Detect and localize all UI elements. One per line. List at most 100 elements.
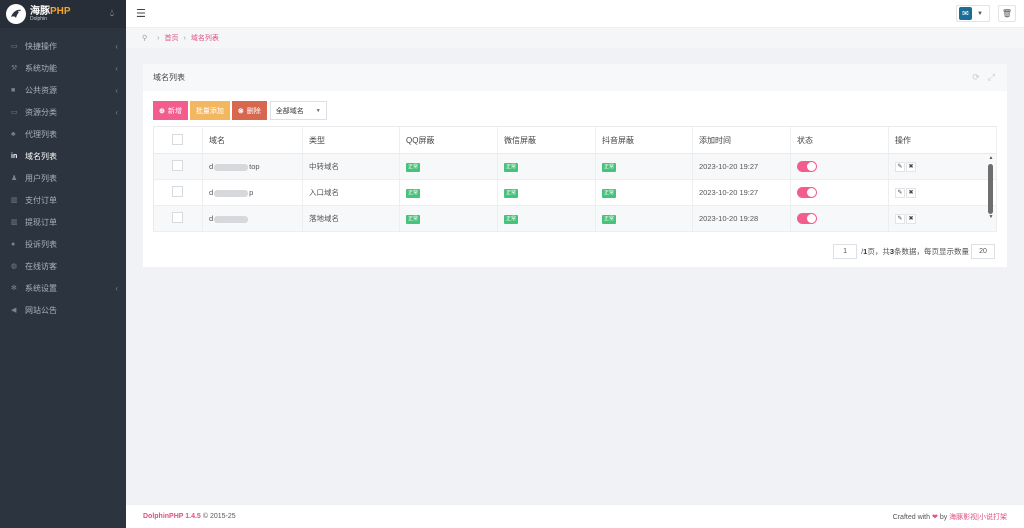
sidebar-item[interactable]: ● 投诉列表: [0, 233, 126, 255]
qq-cell: 正常: [399, 179, 498, 206]
breadcrumb-current[interactable]: 域名列表: [191, 33, 219, 43]
footer-brand-link[interactable]: DolphinPHP 1.4.5: [143, 513, 201, 520]
dolphin-logo-icon[interactable]: [6, 4, 26, 24]
fullscreen-icon[interactable]: ⤢: [988, 72, 995, 82]
wechat-cell: 正常: [497, 205, 596, 232]
sidebar-item[interactable]: ▥ 提现订单: [0, 211, 126, 233]
scrollbar-thumb[interactable]: [988, 164, 993, 214]
row-checkbox[interactable]: [172, 186, 183, 197]
sidebar-item-label: 提现订单: [25, 217, 57, 227]
sidebar-item[interactable]: ♣ 代理列表: [0, 123, 126, 145]
actions-cell: ✎ ✖: [888, 153, 997, 180]
status-badge: 正常: [406, 215, 421, 224]
user-menu-button[interactable]: ✉ ▼: [956, 5, 990, 22]
status-toggle[interactable]: [797, 213, 817, 224]
sidebar-item[interactable]: in 域名列表: [0, 145, 126, 167]
sidebar-item[interactable]: ▭ 资源分类 ‹: [0, 101, 126, 123]
qq-cell: 正常: [399, 205, 498, 232]
menu-toggle-icon[interactable]: ☰: [136, 7, 146, 20]
select-all-checkbox[interactable]: [172, 133, 183, 145]
wechat-cell: 正常: [497, 153, 596, 180]
delete-row-button[interactable]: ✖: [906, 162, 916, 172]
actions-cell: ✎ ✖: [888, 205, 997, 232]
delete-button[interactable]: ⊗ 删除: [231, 101, 267, 120]
logo-title-accent: PHP: [50, 5, 71, 17]
status-toggle[interactable]: [797, 161, 817, 172]
status-cell: [790, 153, 889, 180]
col-header-actions: 操作: [888, 126, 997, 154]
plus-circle-icon: ⊕: [159, 107, 165, 115]
col-header-wechat[interactable]: 微信屏蔽: [497, 126, 596, 154]
col-header-status[interactable]: 状态: [790, 126, 889, 154]
users-icon: ♣: [11, 130, 16, 138]
sidebar-item-label: 域名列表: [25, 151, 57, 161]
sidebar-item[interactable]: ◀ 网站公告: [0, 299, 126, 321]
footer-author-link[interactable]: 海豚影视|小说打架: [949, 514, 1007, 521]
wrench-icon: ⚒: [11, 65, 18, 72]
clear-cache-button[interactable]: 🗑︎: [998, 5, 1016, 22]
footer-crafted-text: Crafted with: [892, 513, 931, 521]
edit-button[interactable]: ✎: [895, 188, 905, 198]
status-toggle[interactable]: [797, 187, 817, 198]
folder-icon: ▭: [11, 109, 18, 116]
gear-icon: ✻: [11, 285, 17, 292]
sidebar-item-label: 快捷操作: [25, 41, 57, 51]
col-header-douyin[interactable]: 抖音屏蔽: [595, 126, 693, 154]
breadcrumb-separator-icon: ›: [157, 34, 160, 42]
sidebar-item[interactable]: ▥ 支付订单: [0, 189, 126, 211]
batch-add-button[interactable]: 批量添加: [189, 101, 230, 120]
row-checkbox[interactable]: [172, 212, 183, 223]
times-circle-icon: ⊗: [237, 107, 244, 115]
linkedin-icon: in: [11, 152, 18, 160]
edit-button[interactable]: ✎: [895, 162, 905, 172]
status-badge: 正常: [602, 189, 617, 198]
chevron-left-icon: ‹: [115, 107, 118, 117]
table-scrollbar[interactable]: ▲ ▼: [986, 155, 996, 232]
chevron-down-icon: ▼: [315, 107, 321, 114]
page-text-b: 页，共: [867, 247, 890, 256]
sidebar-item[interactable]: ◍ 在线访客: [0, 255, 126, 277]
scroll-up-icon[interactable]: ▲: [986, 155, 996, 164]
sidebar-item[interactable]: ⚒ 系统功能 ‹: [0, 57, 126, 79]
status-badge: 正常: [406, 189, 421, 198]
table-row: d p 入口域名 正常 正常 正常 2023-10-20 19:27 ✎ ✖: [153, 179, 997, 206]
add-button[interactable]: ⊕ 新增: [153, 101, 188, 120]
delete-row-button[interactable]: ✖: [906, 214, 916, 224]
row-checkbox[interactable]: [172, 160, 183, 171]
sidebar-item[interactable]: ▭ 快捷操作 ‹: [0, 35, 126, 57]
breadcrumb-home-link[interactable]: 首页: [164, 33, 178, 43]
chevron-left-icon: ‹: [115, 85, 118, 95]
sidebar-item-label: 代理列表: [25, 129, 57, 139]
scroll-down-icon[interactable]: ▼: [986, 214, 996, 223]
edit-button[interactable]: ✎: [895, 214, 905, 224]
masked-domain: [214, 189, 249, 197]
footer-copyright: © 2015-25: [202, 513, 236, 520]
qq-cell: 正常: [399, 153, 498, 180]
sidebar-item[interactable]: ■ 公共资源 ‹: [0, 79, 126, 101]
page-input[interactable]: 1: [833, 244, 858, 259]
footer-by-text: by: [939, 513, 948, 521]
delete-row-button[interactable]: ✖: [906, 188, 916, 198]
sidebar-item[interactable]: ♟ 用户列表: [0, 167, 126, 189]
col-header-domain[interactable]: 域名: [202, 126, 303, 154]
domain-type-filter[interactable]: 全部域名 ▼: [269, 101, 327, 120]
status-badge: 正常: [406, 163, 421, 172]
theme-drop-icon[interactable]: 💧︎: [110, 8, 114, 19]
col-header-type[interactable]: 类型: [302, 126, 400, 154]
domain-suffix: top: [249, 162, 260, 171]
sidebar-item[interactable]: ✻ 系统设置 ‹: [0, 277, 126, 299]
time-cell: 2023-10-20 19:27: [692, 179, 791, 206]
sidebar-item-label: 系统设置: [25, 283, 57, 293]
col-header-qq[interactable]: QQ屏蔽: [399, 126, 498, 154]
douyin-cell: 正常: [595, 153, 693, 180]
refresh-icon[interactable]: ⟳: [972, 72, 980, 82]
page-size-input[interactable]: 20: [971, 244, 995, 259]
heart-icon: ❤: [931, 513, 938, 521]
type-cell: 落地域名: [302, 205, 400, 232]
logo-text: 海豚PHP Dolphin: [30, 5, 71, 22]
col-header-time[interactable]: 添加时间: [692, 126, 791, 154]
status-badge: 正常: [602, 163, 617, 172]
select-all-cell: [153, 126, 203, 154]
domain-type-filter-value: 全部域名: [275, 107, 304, 115]
sidebar: 海豚PHP Dolphin 💧︎ ▭ 快捷操作 ‹ ⚒ 系统功能 ‹ ■ 公共资源 ‹ ▭ 资源分类…: [0, 0, 126, 528]
